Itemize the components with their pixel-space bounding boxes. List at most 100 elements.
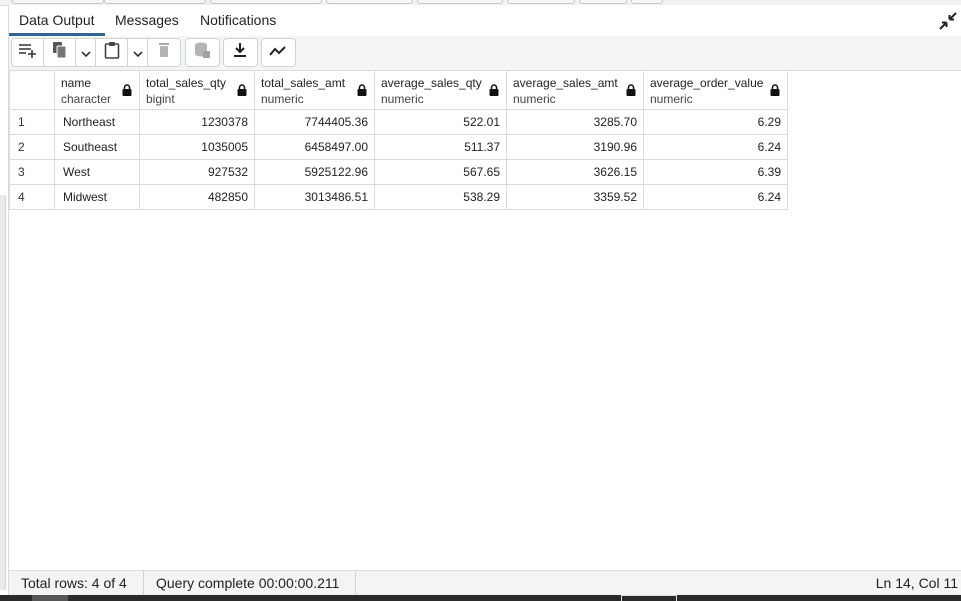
table-cell[interactable]: West: [54, 159, 140, 185]
lock-icon: [770, 84, 780, 96]
cursor-position-status: Ln 14, Col 11: [875, 575, 958, 591]
status-divider: [143, 571, 144, 596]
data-toolbar: [9, 36, 961, 71]
bottom-strip-segment: [621, 595, 677, 601]
column-header[interactable]: average_order_value numeric: [643, 70, 788, 110]
paste-button[interactable]: [96, 39, 128, 66]
download-button-group: [223, 38, 258, 67]
column-name: average_sales_qty: [381, 76, 482, 90]
column-header[interactable]: average_sales_qty numeric: [374, 70, 507, 110]
bottom-strip: [0, 595, 961, 601]
row-number[interactable]: 3: [9, 159, 55, 185]
column-type: character: [61, 92, 112, 106]
copy-icon: [52, 41, 68, 64]
table-cell[interactable]: 6.24: [643, 184, 788, 210]
table-cell[interactable]: Midwest: [54, 184, 140, 210]
paste-options-dropdown[interactable]: [128, 39, 148, 66]
top-toolbar-button[interactable]: [104, 0, 206, 4]
tab-label: Data Output: [19, 12, 95, 28]
table-cell[interactable]: 6.29: [643, 109, 788, 135]
column-type: numeric: [261, 92, 304, 106]
graph-button-group: [261, 38, 296, 67]
column-name: average_sales_amt: [513, 76, 618, 90]
tab-data-output[interactable]: Data Output: [9, 12, 105, 36]
table-cell[interactable]: 7744405.36: [254, 109, 375, 135]
table-cell[interactable]: 1035005: [139, 134, 255, 160]
add-row-icon: [18, 42, 38, 63]
results-tab-bar: Data Output Messages Notifications: [9, 5, 961, 37]
lock-icon: [489, 84, 499, 96]
copy-options-dropdown[interactable]: [76, 39, 96, 66]
table-cell[interactable]: 522.01: [374, 109, 507, 135]
lock-icon: [357, 84, 367, 96]
table-cell[interactable]: 511.37: [374, 134, 507, 160]
top-toolbar-button[interactable]: [417, 0, 503, 4]
top-toolbar-button[interactable]: [12, 0, 104, 4]
download-icon: [233, 42, 247, 63]
tab-label: Messages: [115, 12, 179, 28]
table-row[interactable]: 2 Southeast 1035005 6458497.00 511.37 31…: [9, 134, 788, 160]
top-toolbar-button[interactable]: [210, 0, 322, 4]
row-number-header[interactable]: [9, 70, 55, 110]
table-cell[interactable]: 3013486.51: [254, 184, 375, 210]
column-header[interactable]: total_sales_qty bigint: [139, 70, 255, 110]
table-cell[interactable]: 482850: [139, 184, 255, 210]
data-grid: name character total_sales_qty bigint to…: [9, 70, 788, 210]
table-row[interactable]: 1 Northeast 1230378 7744405.36 522.01 32…: [9, 109, 788, 135]
column-header[interactable]: average_sales_amt numeric: [506, 70, 644, 110]
top-toolbar-button[interactable]: [631, 0, 663, 4]
row-number[interactable]: 4: [9, 184, 55, 210]
table-cell[interactable]: 3285.70: [506, 109, 644, 135]
download-button[interactable]: [224, 39, 255, 66]
graph-visualiser-icon: [268, 44, 287, 62]
table-cell[interactable]: 1230378: [139, 109, 255, 135]
left-scroll-rail[interactable]: [0, 195, 6, 590]
column-header[interactable]: name character: [54, 70, 140, 110]
column-name: total_sales_qty: [146, 76, 227, 90]
delete-row-button[interactable]: [148, 39, 179, 66]
table-cell[interactable]: 3359.52: [506, 184, 644, 210]
column-name: name: [61, 76, 92, 90]
lock-icon: [122, 84, 132, 96]
collapse-icon[interactable]: [938, 11, 958, 31]
table-row[interactable]: 3 West 927532 5925122.96 567.65 3626.15 …: [9, 159, 788, 185]
column-name: average_order_value: [650, 76, 764, 90]
lock-icon: [626, 84, 636, 96]
edit-button-group: [11, 38, 181, 67]
table-cell[interactable]: 6.39: [643, 159, 788, 185]
column-type: numeric: [381, 92, 424, 106]
table-cell[interactable]: 567.65: [374, 159, 507, 185]
row-number[interactable]: 1: [9, 109, 55, 135]
table-cell[interactable]: 6.24: [643, 134, 788, 160]
graph-visualiser-button[interactable]: [262, 39, 293, 66]
table-row[interactable]: 4 Midwest 482850 3013486.51 538.29 3359.…: [9, 184, 788, 210]
delete-icon: [158, 42, 170, 63]
table-cell[interactable]: 3626.15: [506, 159, 644, 185]
save-data-button[interactable]: [186, 39, 217, 66]
table-cell[interactable]: 3190.96: [506, 134, 644, 160]
chevron-down-icon: [80, 44, 91, 62]
copy-button[interactable]: [44, 39, 76, 66]
row-number[interactable]: 2: [9, 134, 55, 160]
table-cell[interactable]: 5925122.96: [254, 159, 375, 185]
table-cell[interactable]: 538.29: [374, 184, 507, 210]
paste-icon: [104, 41, 120, 64]
table-cell[interactable]: Southeast: [54, 134, 140, 160]
save-button-group: [185, 38, 220, 67]
add-row-button[interactable]: [12, 39, 44, 66]
table-cell[interactable]: Northeast: [54, 109, 140, 135]
column-type: bigint: [146, 92, 175, 106]
column-type: numeric: [513, 92, 556, 106]
column-header[interactable]: total_sales_amt numeric: [254, 70, 375, 110]
top-toolbar-button[interactable]: [326, 0, 413, 4]
table-cell[interactable]: 6458497.00: [254, 134, 375, 160]
status-bar: Total rows: 4 of 4 Query complete 00:00:…: [9, 570, 961, 596]
table-cell[interactable]: 927532: [139, 159, 255, 185]
tab-messages[interactable]: Messages: [105, 12, 189, 34]
column-name: total_sales_amt: [261, 76, 346, 90]
tab-notifications[interactable]: Notifications: [190, 12, 286, 34]
total-rows-status: Total rows: 4 of 4: [21, 575, 127, 591]
top-toolbar-button[interactable]: [579, 0, 627, 4]
result-table: name character total_sales_qty bigint to…: [9, 70, 788, 210]
top-toolbar-button[interactable]: [507, 0, 575, 4]
